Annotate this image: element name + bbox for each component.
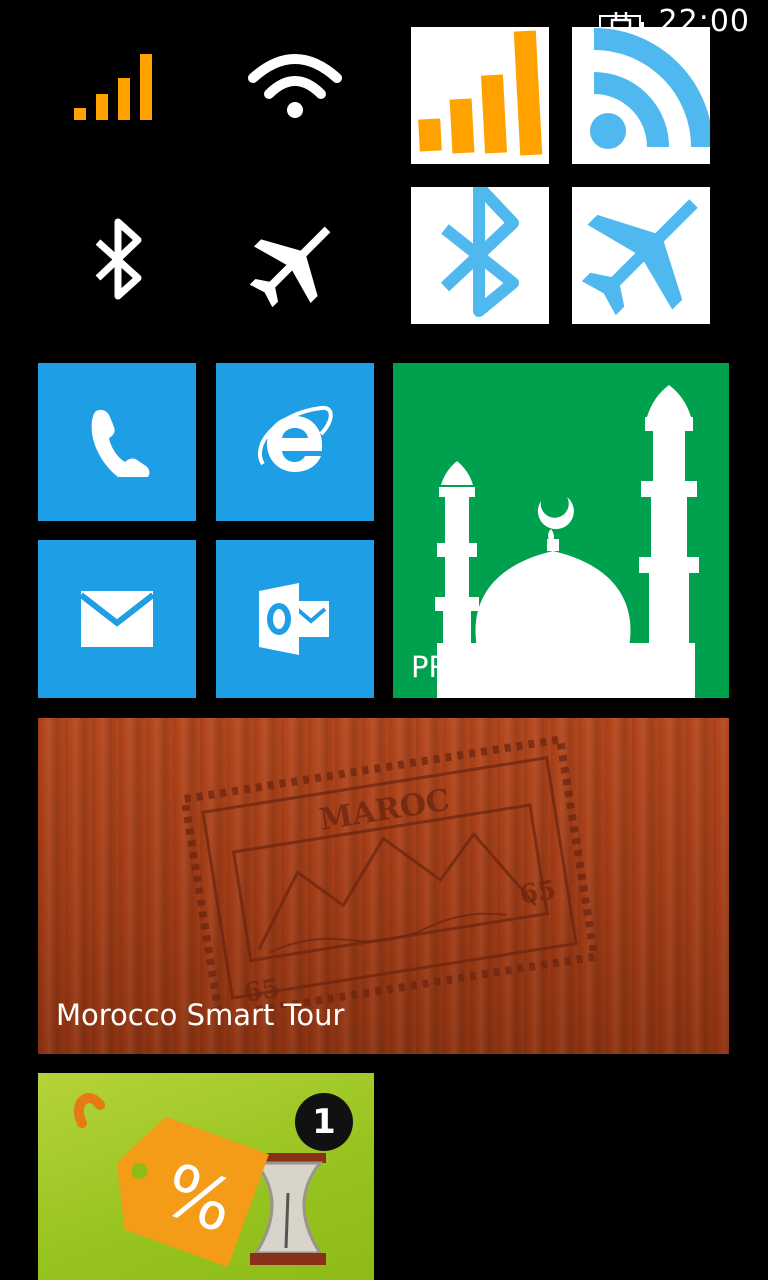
signal-strength-icon xyxy=(418,30,543,156)
signal-tile[interactable] xyxy=(411,27,549,164)
notification-badge: 1 xyxy=(295,1093,353,1151)
rss-wifi-icon xyxy=(590,28,710,149)
morocco-tile-label: Morocco Smart Tour xyxy=(56,998,345,1032)
airplane-tile[interactable] xyxy=(572,187,710,324)
bluetooth-tile[interactable] xyxy=(411,187,549,324)
mail-icon xyxy=(81,591,153,647)
deals-tile[interactable]: % 1 xyxy=(38,1073,374,1280)
postage-stamp-icon: MAROC 65 65 xyxy=(180,734,598,1008)
internet-explorer-icon xyxy=(257,405,333,472)
bluetooth-icon[interactable] xyxy=(68,212,168,312)
signal-strength-icon[interactable] xyxy=(68,38,168,138)
internet-explorer-tile[interactable] xyxy=(216,363,374,521)
phone-tile[interactable] xyxy=(38,363,196,521)
mail-tile[interactable] xyxy=(38,540,196,698)
prayer-tile[interactable]: PRAYER xyxy=(393,363,729,698)
airplane-mode-icon[interactable] xyxy=(245,212,345,312)
outlook-icon xyxy=(259,583,329,655)
mosque-icon xyxy=(435,385,699,698)
stamp-value-right: 65 xyxy=(518,875,558,910)
bluetooth-icon xyxy=(440,187,519,317)
morocco-smart-tour-tile[interactable]: MAROC 65 65 Morocco Smart Tour xyxy=(38,718,729,1054)
rss-tile[interactable] xyxy=(572,27,710,164)
phone-icon xyxy=(91,409,150,477)
wifi-icon[interactable] xyxy=(245,38,345,138)
airplane-icon xyxy=(581,199,698,316)
outlook-tile[interactable] xyxy=(216,540,374,698)
